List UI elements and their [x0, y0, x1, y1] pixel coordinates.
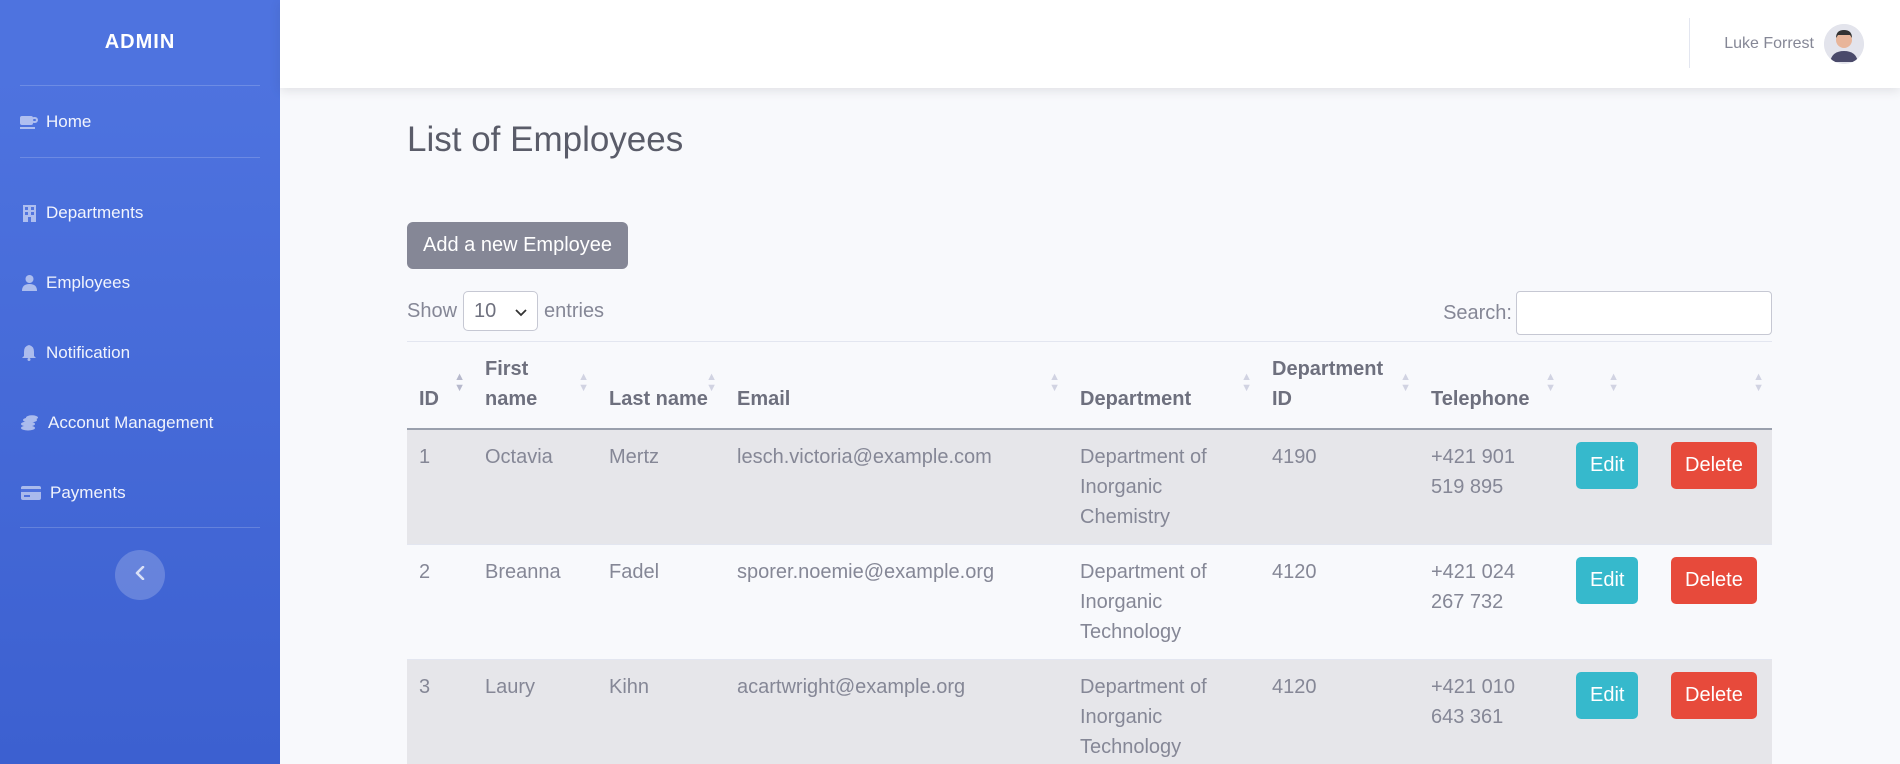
chevron-left-icon — [135, 565, 145, 585]
add-employee-button[interactable]: Add a new Employee — [407, 222, 629, 269]
column-header-department-id[interactable]: Department ID ▲ ▼ — [1260, 341, 1419, 430]
sort-icon: ▲ ▼ — [578, 371, 589, 394]
cell-department-id: 4190 — [1260, 428, 1419, 545]
main-content: List of Employees Add a new Employee Sho… — [407, 88, 1772, 764]
sidebar-item-label: Departments — [46, 203, 144, 222]
cell-email: lesch.victoria@example.com — [725, 428, 1068, 545]
chevron-down-icon — [515, 300, 527, 323]
sort-icon: ▲ ▼ — [1049, 371, 1060, 394]
credit-card-icon — [20, 484, 42, 502]
column-header-department[interactable]: Department ▲ ▼ — [1068, 341, 1260, 430]
sort-icon: ▲ ▼ — [1400, 371, 1411, 394]
cell-first-name: Breanna — [473, 544, 597, 660]
edit-button[interactable]: Edit — [1576, 672, 1639, 719]
cell-email: acartwright@example.org — [725, 659, 1068, 764]
sort-icon: ▲ ▼ — [1608, 371, 1619, 394]
column-header-first-name[interactable]: First name ▲ ▼ — [473, 341, 597, 430]
table-row: 2 Breanna Fadel sporer.noemie@example.or… — [407, 544, 1772, 660]
search-label: Search: — [1443, 301, 1512, 324]
column-header-edit[interactable]: ▲ ▼ — [1564, 341, 1659, 430]
table-row: 1 Octavia Mertz lesch.victoria@example.c… — [407, 428, 1772, 545]
sidebar-item-label: Payments — [50, 483, 126, 502]
table-row: 3 Laury Kihn acartwright@example.org Dep… — [407, 659, 1772, 764]
delete-button[interactable]: Delete — [1671, 442, 1757, 489]
cell-last-name: Fadel — [597, 544, 725, 660]
edit-button[interactable]: Edit — [1576, 557, 1639, 604]
cell-telephone: +421 010 643 361 — [1419, 659, 1564, 764]
sidebar-item-label: Home — [46, 111, 92, 131]
cell-department: Department of Inorganic Technology — [1068, 659, 1260, 764]
column-header-id[interactable]: ID ▲ ▼ — [407, 341, 473, 430]
cell-id: 3 — [407, 659, 473, 764]
coffee-icon — [20, 113, 38, 131]
delete-button[interactable]: Delete — [1671, 557, 1757, 604]
employees-table: ID ▲ ▼ First name ▲ ▼ Last name ▲ ▼ Email ▲ ▼ De… — [407, 341, 1772, 764]
avatar — [1824, 24, 1864, 64]
coins-icon — [20, 414, 40, 432]
cell-last-name: Mertz — [597, 428, 725, 545]
cell-edit: Edit — [1564, 428, 1659, 545]
sidebar-toggle-button[interactable] — [115, 550, 165, 600]
column-header-delete[interactable]: ▲ ▼ — [1659, 341, 1772, 430]
cell-delete: Delete — [1659, 659, 1772, 764]
cell-delete: Delete — [1659, 428, 1772, 545]
cell-email: sporer.noemie@example.org — [725, 544, 1068, 660]
sidebar-item-label: Notification — [46, 343, 131, 362]
sort-icon: ▲ ▼ — [454, 371, 465, 394]
cell-edit: Edit — [1564, 659, 1659, 764]
cell-id: 1 — [407, 428, 473, 545]
sidebar: ADMIN Home Departments Employees Notific… — [0, 0, 280, 764]
column-header-last-name[interactable]: Last name ▲ ▼ — [597, 341, 725, 430]
user-icon — [20, 274, 38, 292]
sort-icon: ▲ ▼ — [1753, 371, 1764, 394]
sidebar-item-notification[interactable]: Notification — [0, 318, 280, 388]
building-icon — [20, 204, 38, 222]
page-title: List of Employees — [407, 120, 684, 159]
sort-icon: ▲ ▼ — [1545, 371, 1556, 394]
cell-telephone: +421 901 519 895 — [1419, 428, 1564, 545]
topbar-divider — [1689, 18, 1690, 68]
cell-telephone: +421 024 267 732 — [1419, 544, 1564, 660]
show-label: Show — [407, 299, 458, 322]
cell-delete: Delete — [1659, 544, 1772, 660]
edit-button[interactable]: Edit — [1576, 442, 1639, 489]
user-menu[interactable]: Luke Forrest — [1724, 24, 1864, 64]
delete-button[interactable]: Delete — [1671, 672, 1757, 719]
cell-department-id: 4120 — [1260, 659, 1419, 764]
entries-select-value: 10 — [474, 299, 497, 322]
sidebar-item-departments[interactable]: Departments — [0, 178, 280, 248]
cell-first-name: Laury — [473, 659, 597, 764]
table-header-row: ID ▲ ▼ First name ▲ ▼ Last name ▲ ▼ Email ▲ ▼ De… — [407, 341, 1772, 430]
sidebar-item-label: Acconut Management — [48, 413, 214, 432]
cell-department: Department of Inorganic Chemistry — [1068, 428, 1260, 545]
table-controls: Show 10 entries Search: — [407, 291, 1772, 335]
user-name: Luke Forrest — [1724, 35, 1814, 52]
sidebar-item-payments[interactable]: Payments — [0, 458, 280, 528]
cell-department-id: 4120 — [1260, 544, 1419, 660]
sidebar-item-employees[interactable]: Employees — [0, 248, 280, 318]
entries-select[interactable]: 10 — [463, 291, 539, 331]
brand-title[interactable]: ADMIN — [0, 0, 280, 85]
sort-icon: ▲ ▼ — [1241, 371, 1252, 394]
sidebar-item-home[interactable]: Home — [0, 86, 280, 157]
cell-id: 2 — [407, 544, 473, 660]
cell-department: Department of Inorganic Technology — [1068, 544, 1260, 660]
cell-edit: Edit — [1564, 544, 1659, 660]
column-header-telephone[interactable]: Telephone ▲ ▼ — [1419, 341, 1564, 430]
sidebar-item-account-management[interactable]: Acconut Management — [0, 388, 280, 458]
bell-icon — [20, 344, 38, 362]
cell-last-name: Kihn — [597, 659, 725, 764]
sidebar-item-label: Employees — [46, 273, 131, 292]
search-input[interactable] — [1516, 291, 1772, 335]
sort-icon: ▲ ▼ — [706, 371, 717, 394]
cell-first-name: Octavia — [473, 428, 597, 545]
topbar: Luke Forrest — [280, 0, 1900, 88]
sidebar-divider — [20, 527, 260, 528]
entries-label: entries — [544, 299, 605, 322]
column-header-email[interactable]: Email ▲ ▼ — [725, 341, 1068, 430]
